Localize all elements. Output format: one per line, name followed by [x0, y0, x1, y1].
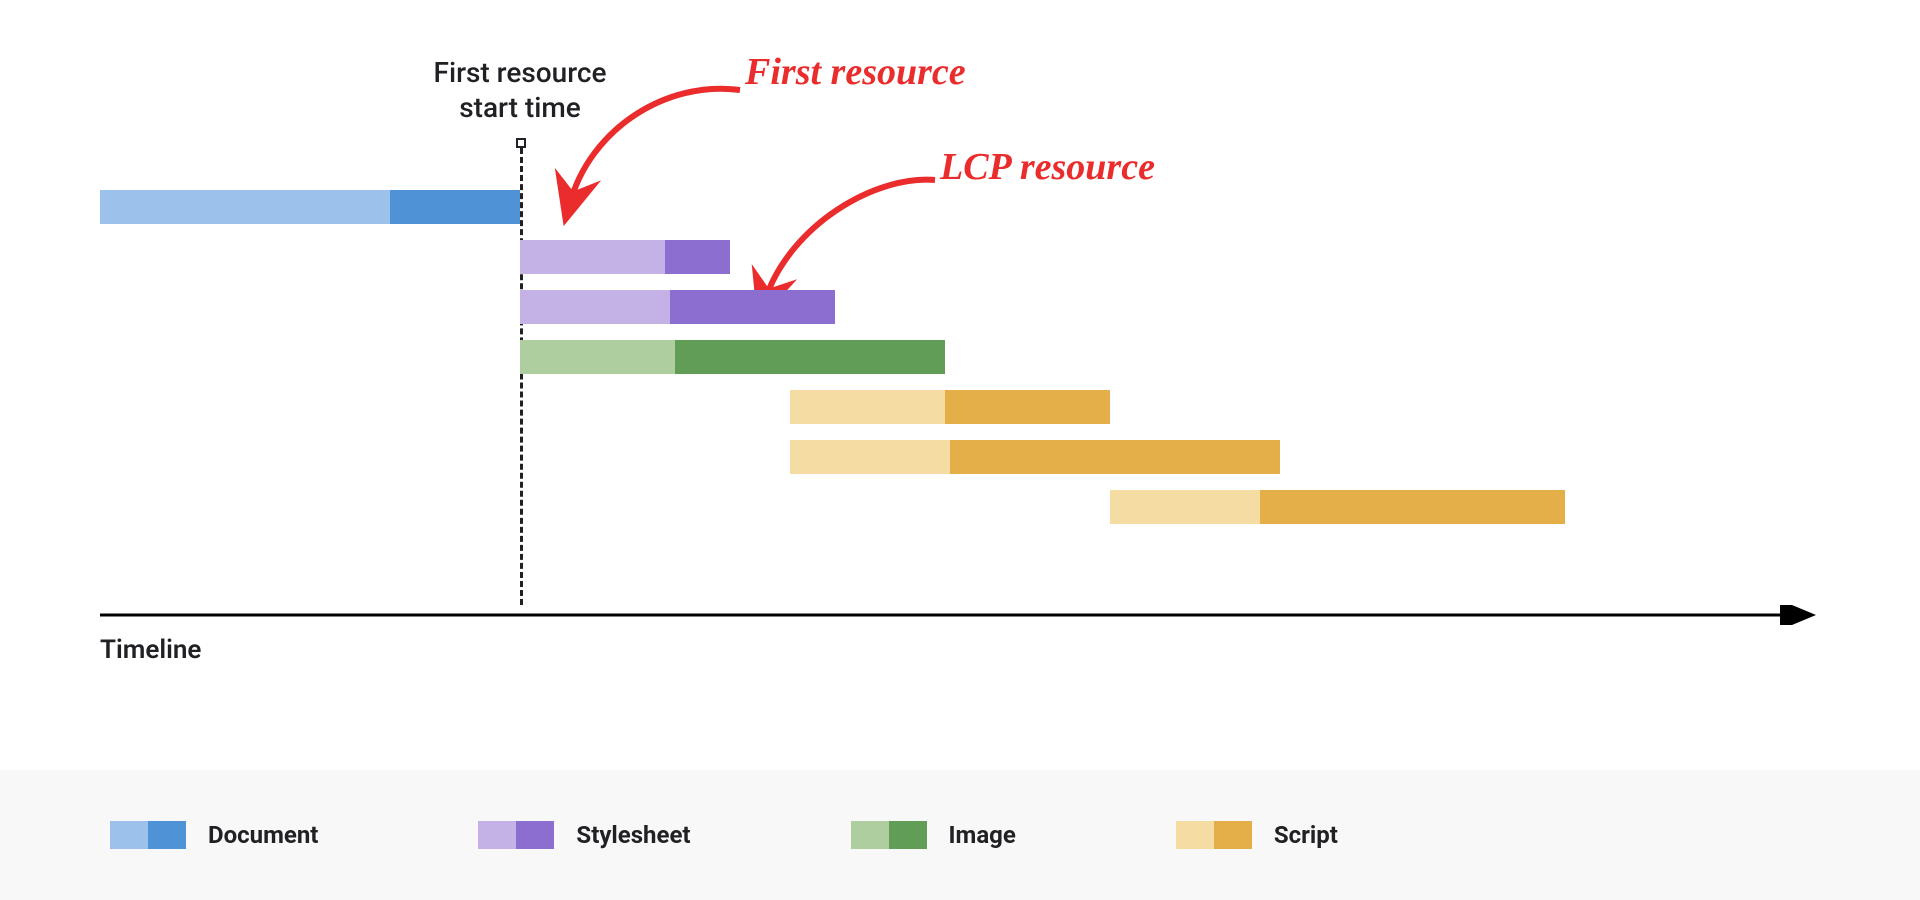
legend-label: Script — [1274, 821, 1338, 849]
legend-label: Stylesheet — [576, 821, 690, 849]
bar-segment-dark — [665, 240, 730, 274]
waterfall-diagram: First resource start time First resource… — [100, 60, 1820, 700]
annotation-lcp-resource: LCP resource — [940, 145, 1155, 189]
axis-line-icon — [100, 605, 1820, 625]
legend-swatch-icon — [478, 821, 554, 849]
timeline-axis — [100, 605, 1820, 625]
bar-segment-dark — [945, 390, 1110, 424]
bar-segment-light — [520, 240, 665, 274]
legend-label: Document — [208, 821, 318, 849]
bar-script — [790, 390, 1110, 424]
bar-segment-light — [520, 340, 675, 374]
bar-script — [1110, 490, 1565, 524]
bar-segment-dark — [390, 190, 520, 224]
legend-item-image: Image — [851, 821, 1016, 849]
legend: Document Stylesheet Image Script — [0, 770, 1920, 900]
legend-item-script: Script — [1176, 821, 1338, 849]
bar-segment-dark — [950, 440, 1280, 474]
bar-segment-light — [790, 390, 945, 424]
bar-segment-dark — [1260, 490, 1565, 524]
marker-handle-icon — [516, 138, 526, 148]
legend-label: Image — [949, 821, 1016, 849]
diagram-canvas: First resource start time First resource… — [0, 0, 1920, 900]
bar-stylesheet — [520, 290, 835, 324]
marker-dashed-line — [520, 148, 523, 605]
bar-segment-dark — [675, 340, 945, 374]
annotation-first-resource: First resource — [745, 50, 966, 94]
bar-segment-light — [1110, 490, 1260, 524]
legend-swatch-icon — [1176, 821, 1252, 849]
bar-stylesheet — [520, 240, 730, 274]
bar-segment-light — [790, 440, 950, 474]
bar-segment-dark — [670, 290, 835, 324]
bar-segment-light — [100, 190, 390, 224]
bar-script — [790, 440, 1280, 474]
legend-swatch-icon — [851, 821, 927, 849]
legend-item-document: Document — [110, 821, 318, 849]
marker-label: First resource start time — [410, 55, 630, 125]
bar-segment-light — [520, 290, 670, 324]
legend-item-stylesheet: Stylesheet — [478, 821, 690, 849]
bar-image — [520, 340, 945, 374]
axis-label: Timeline — [100, 635, 201, 665]
bar-document — [100, 190, 520, 224]
legend-swatch-icon — [110, 821, 186, 849]
